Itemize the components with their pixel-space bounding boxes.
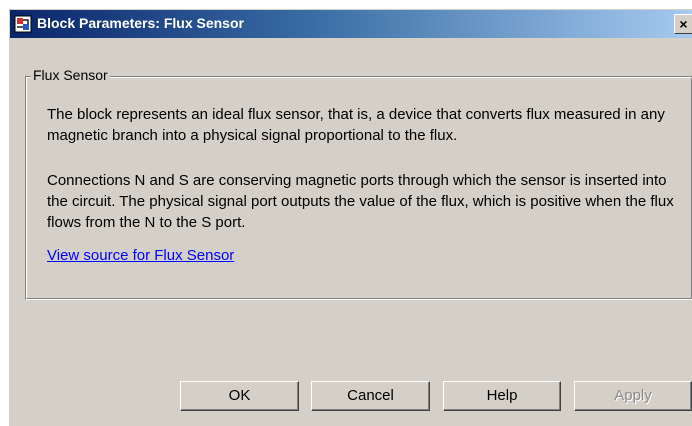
window-title: Block Parameters: Flux Sensor	[37, 15, 244, 31]
view-source-link[interactable]: View source for Flux Sensor	[47, 247, 234, 264]
cancel-button[interactable]: Cancel	[311, 381, 430, 411]
close-icon: ×	[679, 16, 688, 32]
apply-button: Apply	[574, 381, 692, 411]
groupbox-legend: Flux Sensor	[31, 67, 110, 83]
description-paragraph-2: Connections N and S are conserving magne…	[47, 172, 674, 231]
ok-button[interactable]: OK	[180, 381, 299, 411]
description-paragraph-1: The block represents an ideal flux senso…	[47, 106, 665, 144]
title-bar[interactable]: Block Parameters: Flux Sensor ×	[10, 10, 692, 38]
help-button[interactable]: Help	[443, 381, 561, 411]
block-parameters-dialog: Block Parameters: Flux Sensor × Flux Sen…	[8, 8, 692, 426]
close-button[interactable]: ×	[674, 14, 692, 34]
simulink-block-icon	[14, 15, 32, 33]
